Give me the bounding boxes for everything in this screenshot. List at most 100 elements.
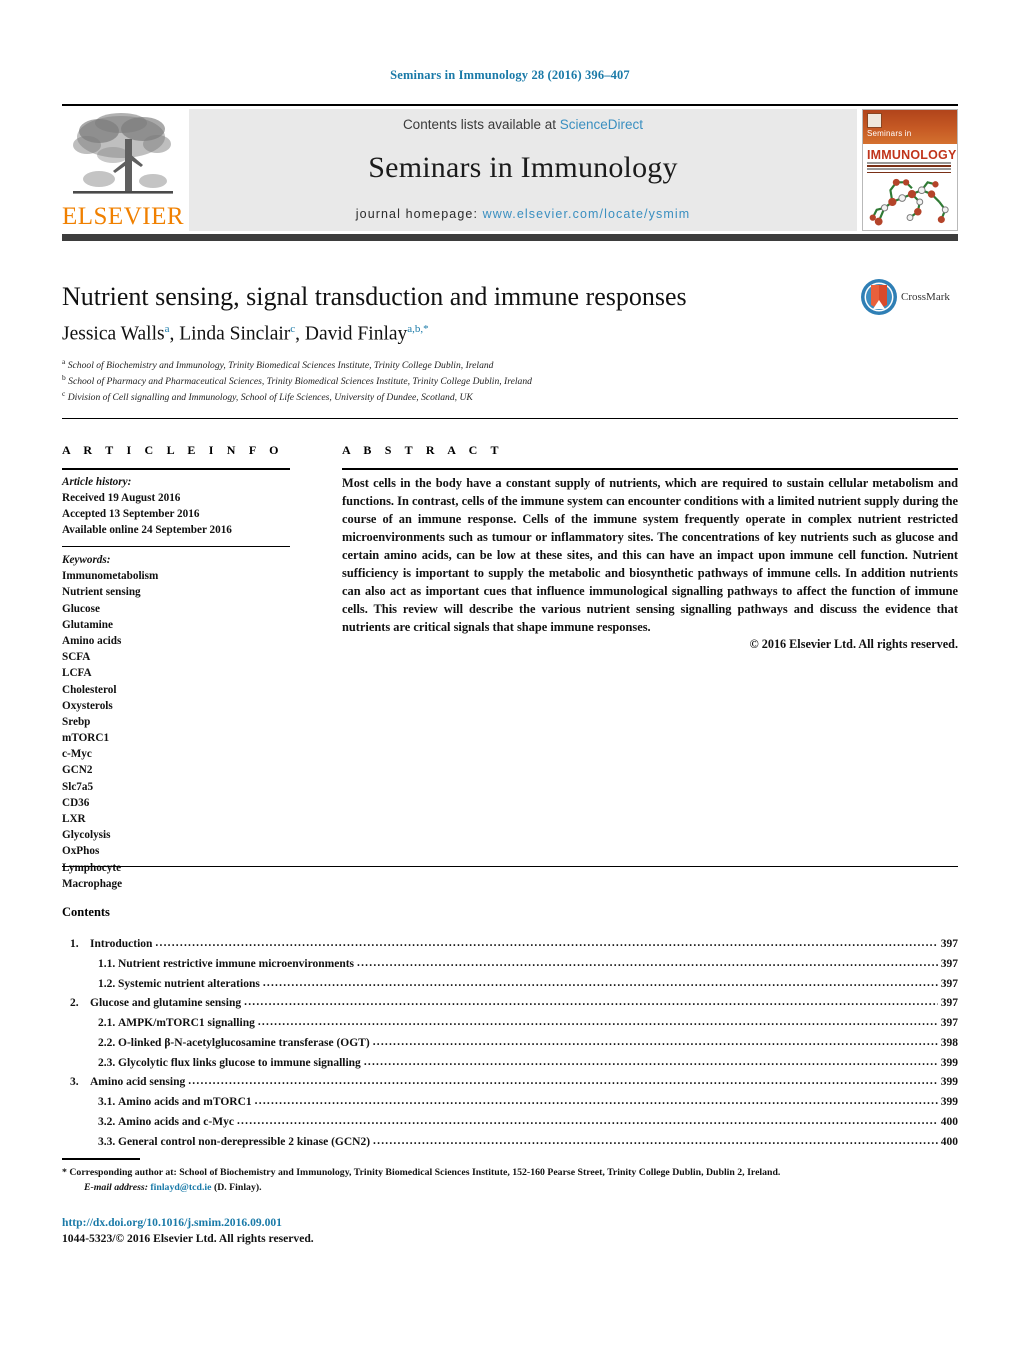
email-label: E-mail address:: [84, 1181, 148, 1193]
toc-entry-page: 399: [940, 1096, 958, 1109]
toc-entry[interactable]: 3.1. Amino acids and mTORC1..............…: [62, 1093, 958, 1113]
history-received: Received 19 August 2016: [62, 492, 181, 505]
crossmark-badge[interactable]: CrossMark: [860, 276, 956, 318]
toc-entry-label: Glycolytic flux links glucose to immune …: [118, 1056, 361, 1069]
keywords-rule: [62, 546, 290, 548]
keyword-item: mTORC1: [62, 732, 110, 745]
toc-entry[interactable]: 1.2. Systemic nutrient alterations.......…: [62, 975, 958, 995]
issn-copyright-line: 1044-5323/© 2016 Elsevier Ltd. All right…: [62, 1232, 314, 1245]
abstract-copyright: © 2016 Elsevier Ltd. All rights reserved…: [749, 637, 958, 651]
contents-lists-prefix: Contents lists available at: [402, 117, 560, 132]
toc-entry-label: Amino acids and c-Myc: [118, 1115, 234, 1128]
toc-leader-dots: ........................................…: [357, 956, 938, 969]
toc-entry[interactable]: 2.2. O-linked β-N-acetylglucosamine trans…: [62, 1034, 958, 1054]
cover-immunology-label: IMMUNOLOGY: [867, 148, 957, 162]
masthead-center-panel: Contents lists available at ScienceDirec…: [189, 109, 857, 231]
doi-link[interactable]: http://dx.doi.org/10.1016/j.smim.2016.09…: [62, 1216, 282, 1229]
keywords-list: Keywords: Immunometabolism Nutrient sens…: [62, 552, 302, 892]
history-available: Available online 24 September 2016: [62, 524, 232, 537]
toc-entry-page: 399: [940, 1076, 958, 1089]
masthead-bottom-rule: [62, 234, 958, 241]
homepage-prefix: journal homepage:: [355, 207, 483, 221]
toc-entry[interactable]: 3.3. General control non-derepressible 2 …: [62, 1133, 958, 1153]
elsevier-tree-icon: [73, 113, 173, 194]
toc-entry-number: 1.2.: [98, 977, 116, 990]
running-head: Seminars in Immunology 28 (2016) 396–407: [390, 68, 630, 82]
keyword-item: Glucose: [62, 602, 100, 615]
toc-entry-number: 2.3.: [98, 1056, 116, 1069]
toc-entry[interactable]: 1. Introduction..........................…: [62, 935, 958, 955]
keyword-item: Nutrient sensing: [62, 586, 141, 599]
contents-lists-line: Contents lists available at ScienceDirec…: [189, 117, 857, 132]
email-link[interactable]: finlayd@tcd.ie: [150, 1182, 211, 1193]
toc-leader-dots: ........................................…: [244, 996, 938, 1009]
author-name-3: David Finlay: [304, 323, 408, 345]
toc-entry[interactable]: 2.3. Glycolytic flux links glucose to imm…: [62, 1054, 958, 1074]
toc-entry-label: General control non-derepressible 2 kina…: [118, 1135, 371, 1148]
toc-entry[interactable]: 3. Amino acid sensing....................…: [62, 1073, 958, 1093]
journal-cover-thumbnail: Seminars in IMMUNOLOGY: [862, 109, 958, 231]
keyword-item: Srebp: [62, 715, 91, 728]
keyword-item: Macrophage: [62, 877, 123, 890]
keyword-item: Slc7a5: [62, 780, 94, 793]
elsevier-wordmark: ELSEVIER: [61, 203, 185, 230]
toc-entry-number: 3.1.: [98, 1096, 116, 1109]
toc-entry-label: AMPK/mTORC1 signalling: [118, 1017, 255, 1030]
toc-entry-label: Amino acid sensing: [90, 1076, 186, 1089]
toc-entry-page: 397: [940, 997, 958, 1010]
toc-leader-dots: ........................................…: [363, 1055, 938, 1068]
keyword-item: LCFA: [62, 667, 92, 680]
elsevier-logo: ELSEVIER: [62, 109, 184, 231]
toc-entry-page: 400: [940, 1115, 958, 1128]
toc-entry-number: 3.3.: [98, 1135, 116, 1148]
corresponding-author-footnote: * Corresponding author at: School of Bio…: [62, 1166, 958, 1195]
homepage-url-link[interactable]: www.elsevier.com/locate/ysmim: [483, 207, 691, 221]
keyword-item: Glycolysis: [62, 829, 111, 842]
toc-entry-page: 397: [940, 977, 958, 990]
toc-leader-dots: ........................................…: [372, 1035, 938, 1048]
toc-entry-page: 397: [940, 1017, 958, 1030]
footnote-text: Corresponding author at: School of Bioch…: [69, 1167, 781, 1178]
abstract-rule: [342, 468, 958, 470]
toc-leader-dots: ........................................…: [254, 1095, 938, 1108]
toc-entry[interactable]: 1.1. Nutrient restrictive immune microenv…: [62, 955, 958, 975]
toc-entry-number: 2.1.: [98, 1017, 116, 1030]
author-name-2: Linda Sinclair: [179, 323, 291, 345]
toc-entry-label: Introduction: [90, 938, 153, 950]
crossmark-label: CrossMark: [901, 291, 950, 303]
toc-leader-dots: ........................................…: [155, 937, 938, 949]
email-line: E-mail address: finlayd@tcd.ie (D. Finla…: [62, 1181, 958, 1196]
toc-entry-page: 400: [940, 1135, 958, 1148]
keyword-item: Oxysterols: [62, 699, 113, 712]
author-mark-2: c: [290, 323, 296, 335]
article-history: Article history: Received 19 August 2016…: [62, 474, 302, 539]
keyword-item: OxPhos: [62, 845, 100, 858]
info-section-top-rule: [62, 418, 958, 419]
journal-title: Seminars in Immunology: [368, 151, 678, 184]
keywords-label: Keywords:: [62, 554, 111, 566]
toc-entry-page: 398: [940, 1036, 958, 1049]
footnote-rule: [62, 1158, 140, 1161]
toc-entry[interactable]: 2.1. AMPK/mTORC1 signalling..............…: [62, 1014, 958, 1034]
page-title: Nutrient sensing, signal transduction an…: [62, 282, 687, 311]
keyword-item: SCFA: [62, 651, 91, 664]
affiliation-b: b School of Pharmacy and Pharmaceutical …: [62, 373, 852, 389]
affiliation-a: a School of Biochemistry and Immunology,…: [62, 357, 852, 373]
affiliation-mark-c: c: [62, 388, 66, 398]
author-list: Jessica Wallsa, Linda Sinclairc, David F…: [62, 323, 429, 345]
toc-entry[interactable]: 3.2. Amino acids and c-Myc...............…: [62, 1113, 958, 1133]
toc-entry-number: 3.: [70, 1076, 79, 1089]
toc-entry-number: 2.2.: [98, 1036, 116, 1049]
keyword-item: Cholesterol: [62, 683, 117, 696]
article-history-label: Article history:: [62, 476, 132, 488]
sciencedirect-link[interactable]: ScienceDirect: [560, 117, 643, 132]
keyword-item: LXR: [62, 813, 86, 825]
toc-entry[interactable]: 2. Glucose and glutamine sensing.........…: [62, 994, 958, 1014]
abstract-text: Most cells in the body have a constant s…: [342, 476, 958, 635]
article-info-heading: A R T I C L E I N F O: [62, 443, 284, 457]
keyword-item: Immunometabolism: [62, 570, 159, 583]
toc-leader-dots: ........................................…: [236, 1114, 938, 1127]
info-section-bottom-rule: [62, 866, 958, 867]
toc-entry-label: Nutrient restrictive immune microenviron…: [118, 957, 355, 970]
keyword-item: Amino acids: [62, 634, 122, 647]
